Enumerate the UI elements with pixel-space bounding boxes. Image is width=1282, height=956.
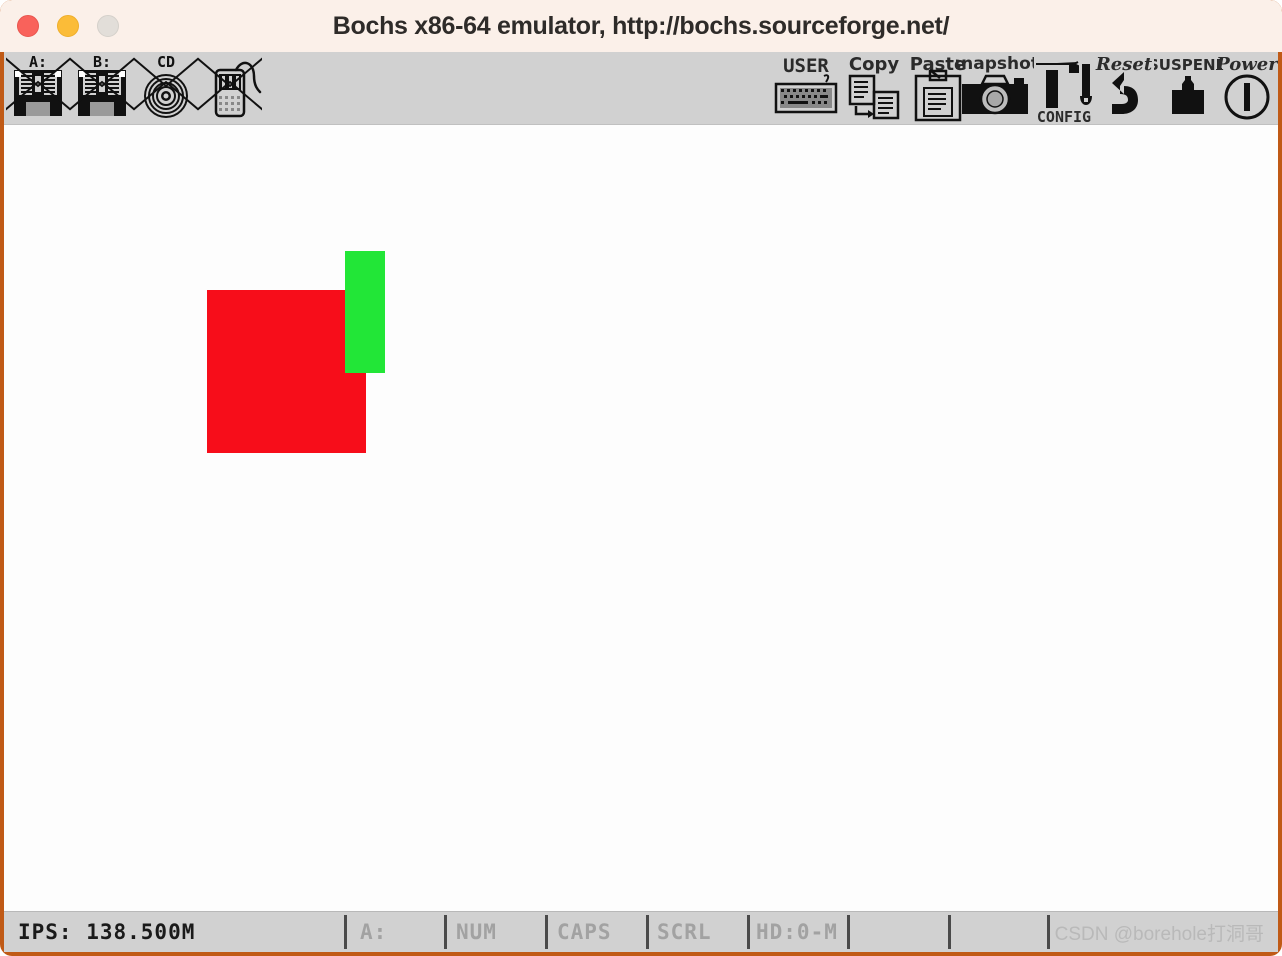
toolbar-button-copy[interactable]: Copy — [842, 52, 906, 124]
toolbar-button-suspend[interactable]: SUSPEND — [1154, 52, 1222, 124]
keyboard-icon — [774, 74, 838, 114]
hammer-wrench-icon — [1036, 61, 1092, 108]
svg-text:A:: A: — [29, 53, 47, 71]
toolbar-button-power[interactable]: Power — [1216, 52, 1278, 124]
power-icon — [1224, 74, 1270, 120]
bochs-body: A: B: CD USER Copy Paste snapsho CONFIG … — [4, 52, 1278, 952]
toolbar-button-reset[interactable]: Reset — [1090, 52, 1158, 124]
toolbar-button-config[interactable]: CONFIG — [1030, 52, 1098, 124]
toolbar-button-snapshot[interactable]: snapshot — [956, 52, 1034, 124]
status-ips: IPS: 138.500M — [18, 920, 196, 944]
title-bar: Bochs x86-64 emulator, http://bochs.sour… — [0, 0, 1282, 52]
svg-text:B:: B: — [93, 53, 111, 71]
page-title: Bochs x86-64 emulator, http://bochs.sour… — [332, 12, 950, 40]
floppy-a-icon: A: — [14, 53, 62, 116]
status-num-lock[interactable]: NUM — [456, 912, 497, 952]
status-separator — [344, 915, 347, 949]
green-rectangle — [345, 251, 385, 373]
floppy-b-icon: B: — [78, 53, 126, 116]
toolbar-button-floppyb[interactable]: B: — [70, 52, 134, 124]
guest-display[interactable] — [4, 125, 1278, 879]
status-separator — [646, 915, 649, 949]
toolbar-label-reset: Reset — [1095, 54, 1153, 75]
toolbar: A: B: CD USER Copy Paste snapsho CONFIG … — [4, 52, 1278, 125]
paste-icon — [914, 69, 962, 122]
status-separator — [545, 915, 548, 949]
status-separator — [847, 915, 850, 949]
status-separator — [444, 915, 447, 949]
toolbar-label-user: USER — [783, 55, 829, 77]
toolbar-label-snapshot: snapshot — [956, 54, 1034, 74]
red-square — [207, 290, 366, 453]
copy-icon — [848, 74, 900, 120]
status-separator — [747, 915, 750, 949]
toolbar-button-cdrom[interactable]: CD — [134, 52, 198, 124]
toolbar-label-power: Power — [1216, 54, 1278, 75]
status-caps-lock[interactable]: CAPS — [557, 912, 612, 952]
status-hard-disk[interactable]: HD:0-M — [756, 912, 838, 952]
window-frame: Bochs x86-64 emulator, http://bochs.sour… — [0, 0, 1282, 956]
status-separator — [1047, 915, 1050, 949]
suspend-bar — [1185, 76, 1191, 96]
toolbar-label-config: CONFIG — [1037, 108, 1091, 124]
status-bar: IPS: 138.500M A: NUM CAPS SCRL HD:0-M CS… — [4, 911, 1278, 952]
svg-text:CD: CD — [157, 53, 175, 71]
toolbar-button-user[interactable]: USER — [770, 52, 842, 124]
status-scroll-lock[interactable]: SCRL — [657, 912, 712, 952]
toolbar-label-copy: Copy — [849, 54, 899, 75]
status-separator — [948, 915, 951, 949]
status-floppy-a[interactable]: A: — [360, 912, 387, 952]
toolbar-button-usb[interactable] — [198, 52, 262, 124]
watermark-label: CSDN @borehole打洞哥 — [1054, 923, 1264, 945]
reset-arrow-icon — [1112, 72, 1138, 114]
toolbar-button-floppya[interactable]: A: — [6, 52, 70, 124]
camera-icon — [962, 74, 1028, 115]
toolbar-label-suspend: SUSPEND — [1154, 56, 1222, 74]
